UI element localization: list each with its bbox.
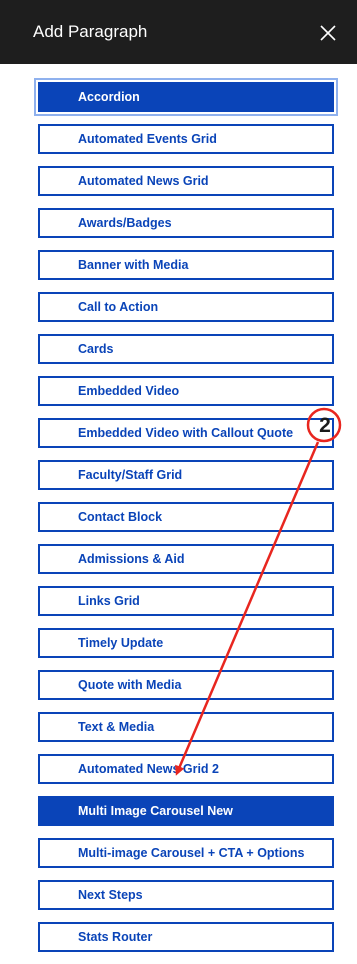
option-automated-news-grid[interactable]: Automated News Grid bbox=[38, 166, 334, 196]
option-timely-update[interactable]: Timely Update bbox=[38, 628, 334, 658]
option-admissions-aid[interactable]: Admissions & Aid bbox=[38, 544, 334, 574]
option-awards-badges[interactable]: Awards/Badges bbox=[38, 208, 334, 238]
panel-title: Add Paragraph bbox=[33, 22, 148, 41]
option-embedded-video[interactable]: Embedded Video bbox=[38, 376, 334, 406]
option-links-grid[interactable]: Links Grid bbox=[38, 586, 334, 616]
option-banner-with-media[interactable]: Banner with Media bbox=[38, 250, 334, 280]
option-contact-block[interactable]: Contact Block bbox=[38, 502, 334, 532]
option-next-steps[interactable]: Next Steps bbox=[38, 880, 334, 910]
option-stats-router[interactable]: Stats Router bbox=[38, 922, 334, 952]
close-button[interactable] bbox=[317, 22, 339, 44]
option-quote-with-media[interactable]: Quote with Media bbox=[38, 670, 334, 700]
option-call-to-action[interactable]: Call to Action bbox=[38, 292, 334, 322]
panel-header: Add Paragraph bbox=[0, 0, 357, 64]
option-text-media[interactable]: Text & Media bbox=[38, 712, 334, 742]
paragraph-type-list: Accordion Automated Events Grid Automate… bbox=[38, 82, 334, 964]
option-accordion[interactable]: Accordion bbox=[38, 82, 334, 112]
option-multi-image-carousel-cta-options[interactable]: Multi-image Carousel + CTA + Options bbox=[38, 838, 334, 868]
step-marker-label: 2 bbox=[319, 414, 331, 437]
option-multi-image-carousel-new[interactable]: Multi Image Carousel New bbox=[38, 796, 334, 826]
option-embedded-video-callout-quote[interactable]: Embedded Video with Callout Quote bbox=[38, 418, 334, 448]
option-automated-news-grid-2[interactable]: Automated News Grid 2 bbox=[38, 754, 334, 784]
option-faculty-staff-grid[interactable]: Faculty/Staff Grid bbox=[38, 460, 334, 490]
option-cards[interactable]: Cards bbox=[38, 334, 334, 364]
option-automated-events-grid[interactable]: Automated Events Grid bbox=[38, 124, 334, 154]
close-icon bbox=[320, 25, 336, 41]
